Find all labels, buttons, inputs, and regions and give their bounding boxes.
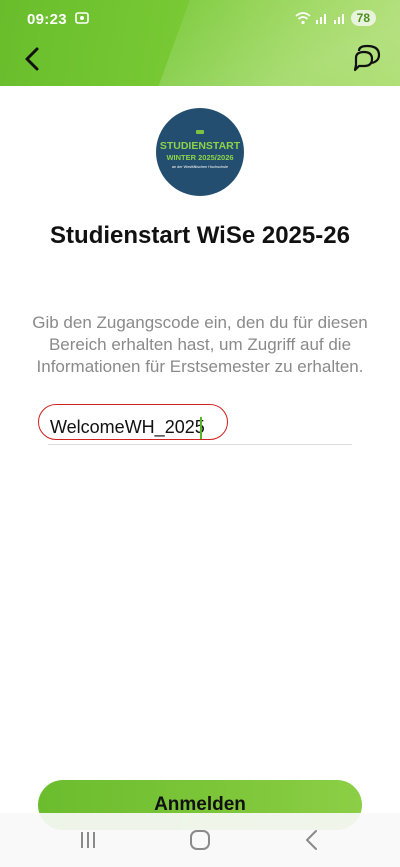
status-icons: 78 (295, 10, 376, 26)
nav-recents-button[interactable] (74, 827, 102, 853)
status-bar: 09:23 78 (0, 0, 400, 38)
chevron-left-icon (25, 47, 39, 71)
studienstart-logo: STUDIENSTART WINTER 2025/2026 an der Wes… (156, 108, 244, 196)
signal-icon (315, 14, 326, 24)
status-time: 09:23 (27, 11, 67, 28)
chat-bubbles-icon (353, 44, 381, 72)
wifi-icon (295, 12, 311, 25)
nav-back-button[interactable] (298, 827, 326, 853)
chat-button[interactable] (350, 42, 384, 76)
signal-icon-2 (333, 14, 344, 24)
app-header: 09:23 78 (0, 0, 400, 86)
text-caret (200, 417, 202, 439)
page-description: Gib den Zugangscode ein, den du für dies… (32, 313, 368, 376)
access-code-input[interactable] (48, 412, 350, 442)
home-icon (190, 830, 210, 850)
back-icon (306, 830, 317, 850)
nav-home-button[interactable] (186, 827, 214, 853)
logo-line2: WINTER 2025/2026 (166, 153, 233, 162)
logo-line3: an der Westfälischen Hochschule (172, 165, 228, 169)
screen-record-icon (75, 12, 89, 24)
logo-graphic: STUDIENSTART WINTER 2025/2026 an der Wes… (160, 130, 241, 169)
back-button[interactable] (18, 44, 48, 74)
battery-level: 78 (350, 10, 376, 26)
logo-line1: STUDIENSTART (160, 140, 241, 152)
page-title: Studienstart WiSe 2025-26 (50, 222, 350, 249)
access-code-field (48, 412, 352, 445)
system-nav-bar (0, 813, 400, 867)
recents-icon (81, 832, 95, 848)
